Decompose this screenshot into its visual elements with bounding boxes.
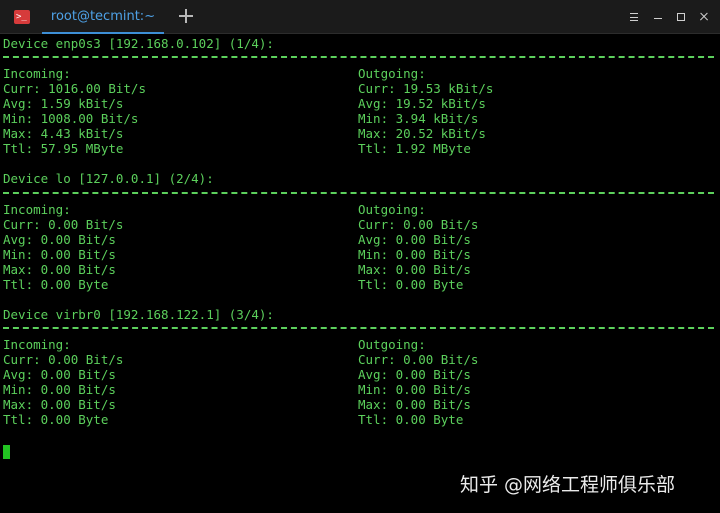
- incoming-min: Min: 0.00 Bit/s: [3, 247, 116, 262]
- incoming-curr: Curr: 0.00 Bit/s: [3, 352, 124, 367]
- incoming-ttl: Ttl: 57.95 MByte: [3, 141, 124, 156]
- incoming-curr: Curr: 1016.00 Bit/s: [3, 81, 146, 96]
- outgoing-avg: Avg: 0.00 Bit/s: [358, 367, 471, 382]
- watermark: 知乎 @网络工程师俱乐部: [460, 474, 676, 496]
- outgoing-max: Max: 0.00 Bit/s: [358, 397, 471, 412]
- title-bar: >_ root@tecmint:~: [0, 0, 720, 34]
- outgoing-ttl: Ttl: 0.00 Byte: [358, 277, 464, 292]
- incoming-max: Max: 0.00 Bit/s: [3, 397, 116, 412]
- outgoing-min: Min: 0.00 Bit/s: [358, 247, 471, 262]
- device-header: Device lo [127.0.0.1] (2/4):: [3, 171, 214, 186]
- terminal-window: >_ root@tecmint:~ Device enp0s3 [192.168…: [0, 0, 720, 513]
- incoming-max: Max: 4.43 kBit/s: [3, 126, 124, 141]
- outgoing-avg: Avg: 0.00 Bit/s: [358, 232, 471, 247]
- maximize-icon[interactable]: [675, 12, 687, 22]
- device-header: Device enp0s3 [192.168.0.102] (1/4):: [3, 36, 274, 51]
- device-header: Device virbr0 [192.168.122.1] (3/4):: [3, 307, 274, 322]
- separator-rule: [3, 327, 714, 329]
- incoming-avg: Avg: 1.59 kBit/s: [3, 96, 124, 111]
- outgoing-ttl: Ttl: 0.00 Byte: [358, 412, 464, 427]
- outgoing-max: Max: 0.00 Bit/s: [358, 262, 471, 277]
- outgoing-max: Max: 20.52 kBit/s: [358, 126, 486, 141]
- outgoing-title: Outgoing:: [358, 337, 426, 352]
- text-cursor: [3, 445, 10, 459]
- outgoing-ttl: Ttl: 1.92 MByte: [358, 141, 471, 156]
- incoming-ttl: Ttl: 0.00 Byte: [3, 412, 109, 427]
- tab-label: root@tecmint:~: [50, 9, 156, 24]
- outgoing-curr: Curr: 0.00 Bit/s: [358, 352, 479, 367]
- outgoing-min: Min: 0.00 Bit/s: [358, 382, 471, 397]
- outgoing-title: Outgoing:: [358, 66, 426, 81]
- incoming-min: Min: 0.00 Bit/s: [3, 382, 116, 397]
- incoming-avg: Avg: 0.00 Bit/s: [3, 367, 116, 382]
- incoming-title: Incoming:: [3, 337, 71, 352]
- outgoing-min: Min: 3.94 kBit/s: [358, 111, 479, 126]
- separator-rule: [3, 192, 714, 194]
- new-tab-plus-icon[interactable]: [176, 6, 196, 26]
- incoming-min: Min: 1008.00 Bit/s: [3, 111, 139, 126]
- incoming-curr: Curr: 0.00 Bit/s: [3, 217, 124, 232]
- menu-icon[interactable]: [628, 12, 640, 22]
- incoming-title: Incoming:: [3, 66, 71, 81]
- incoming-avg: Avg: 0.00 Bit/s: [3, 232, 116, 247]
- separator-rule: [3, 56, 714, 58]
- incoming-title: Incoming:: [3, 202, 71, 217]
- close-icon[interactable]: [698, 12, 710, 22]
- incoming-max: Max: 0.00 Bit/s: [3, 262, 116, 277]
- terminal-output[interactable]: Device enp0s3 [192.168.0.102] (1/4): Inc…: [0, 35, 720, 513]
- outgoing-curr: Curr: 19.53 kBit/s: [358, 81, 494, 96]
- outgoing-avg: Avg: 19.52 kBit/s: [358, 96, 486, 111]
- incoming-ttl: Ttl: 0.00 Byte: [3, 277, 109, 292]
- terminal-app-icon: >_: [14, 10, 30, 24]
- outgoing-title: Outgoing:: [358, 202, 426, 217]
- outgoing-curr: Curr: 0.00 Bit/s: [358, 217, 479, 232]
- minimize-icon[interactable]: [652, 12, 664, 22]
- tab-root-tecmint[interactable]: root@tecmint:~: [42, 0, 164, 34]
